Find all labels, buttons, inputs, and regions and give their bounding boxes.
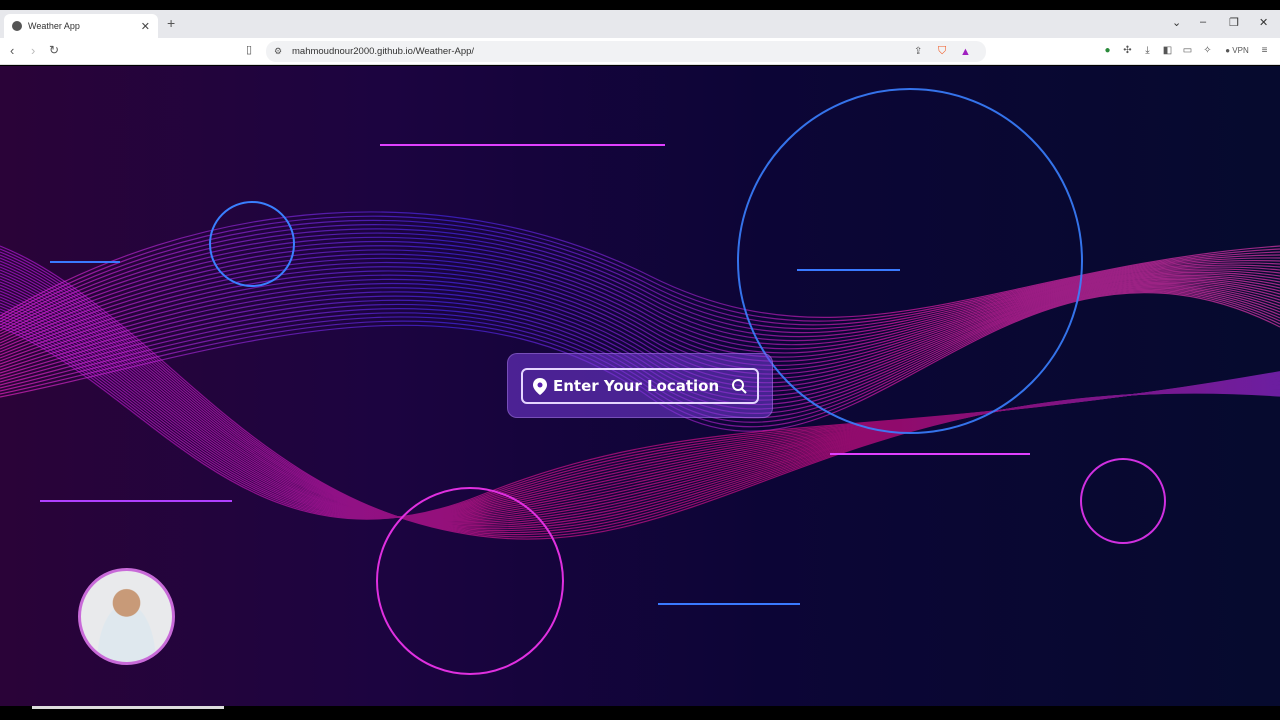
location-search [521, 368, 759, 404]
bookmark-icon[interactable]: ▯ [246, 43, 252, 56]
brave-shield-icon[interactable]: ⛉ [938, 45, 946, 58]
address-bar[interactable]: ⚙ mahmoudnour2000.github.io/Weather-App/… [266, 41, 986, 62]
forward-icon[interactable]: › [31, 43, 35, 58]
scrollbar[interactable] [32, 706, 224, 709]
back-icon[interactable]: ‹ [10, 43, 14, 58]
wallet-icon[interactable]: ▭ [1182, 45, 1193, 56]
tab-title: Weather App [28, 21, 80, 31]
close-tab-icon[interactable]: ✕ [141, 20, 150, 33]
tab-search-icon[interactable]: ⌄ [1172, 16, 1181, 29]
bottom-bar [0, 706, 1280, 720]
globe-icon [12, 21, 22, 31]
extensions-icon[interactable]: ✣ [1122, 45, 1133, 56]
share-icon[interactable]: ⇪ [914, 46, 922, 57]
search-card [507, 353, 773, 418]
avatar[interactable] [78, 568, 175, 665]
close-window-icon[interactable]: ✕ [1259, 16, 1268, 29]
minimize-icon[interactable]: – [1200, 16, 1206, 28]
menu-icon[interactable]: ≡ [1259, 45, 1270, 56]
tab-weather-app[interactable]: Weather App ✕ [4, 14, 158, 38]
url-text: mahmoudnour2000.github.io/Weather-App/ [292, 46, 475, 57]
leo-ai-icon[interactable]: ✧ [1202, 45, 1213, 56]
sidebar-icon[interactable]: ◧ [1162, 45, 1173, 56]
screen-edge [0, 0, 1280, 10]
download-icon[interactable]: ⤓ [1142, 45, 1153, 56]
location-input[interactable] [553, 377, 723, 395]
search-icon[interactable] [731, 378, 747, 394]
brave-rewards-icon[interactable]: ▲ [960, 46, 971, 58]
browser-toolbar: ‹ › ↻ ▯ ⚙ mahmoudnour2000.github.io/Weat… [0, 38, 1280, 65]
new-tab-icon[interactable]: + [167, 15, 175, 31]
site-settings-icon[interactable]: ⚙ [274, 46, 282, 57]
reload-icon[interactable]: ↻ [49, 43, 59, 57]
weather-app-page [0, 66, 1280, 706]
extension-icon[interactable]: ● [1102, 45, 1113, 56]
restore-icon[interactable]: ❐ [1229, 16, 1239, 29]
wave-line [0, 224, 1280, 330]
vpn-label: VPN [1232, 46, 1249, 55]
vpn-button[interactable]: ● VPN [1222, 45, 1252, 56]
decor-circle [1080, 458, 1166, 544]
location-pin-icon [533, 377, 547, 395]
tab-bar: Weather App ✕ + ⌄ – ❐ ✕ [0, 10, 1280, 38]
